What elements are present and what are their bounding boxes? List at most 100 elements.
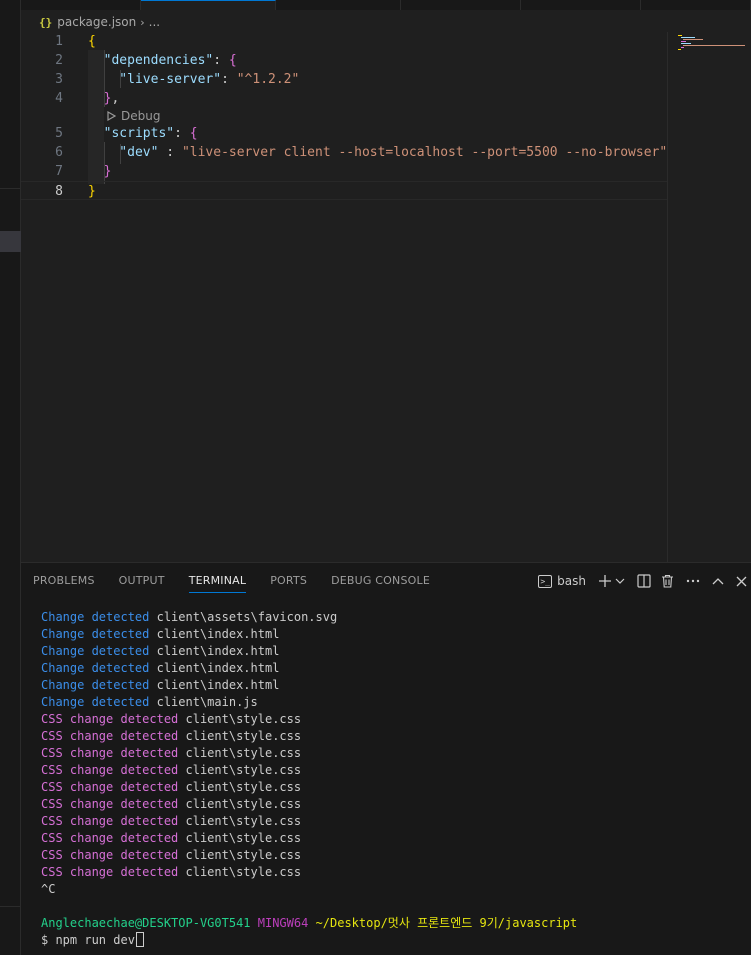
- code-text: }: [88, 182, 96, 201]
- terminal-icon: >_: [538, 574, 553, 588]
- terminal-text: Change detected: [41, 695, 157, 709]
- panel-tab-problems[interactable]: PROBLEMS: [33, 563, 95, 599]
- play-icon: [107, 111, 116, 121]
- chevron-down-icon: [615, 578, 625, 584]
- editor-tab[interactable]: [276, 0, 401, 10]
- editor-tab[interactable]: [521, 0, 641, 10]
- activity-selected-item[interactable]: [0, 231, 21, 252]
- terminal-line: CSS change detected client\style.css: [41, 762, 746, 779]
- terminal-text: ~/Desktop/멋사 프론트엔드 9기/javascript: [315, 916, 578, 930]
- terminal-selector[interactable]: >_ bash: [538, 570, 586, 592]
- code-token: {: [189, 126, 198, 141]
- activity-bar: [0, 0, 21, 955]
- terminal-text: CSS change detected: [41, 729, 186, 743]
- terminal-line: Change detected client\index.html: [41, 660, 746, 677]
- terminal-line: Change detected client\index.html: [41, 677, 746, 694]
- code-line[interactable]: 5 "scripts": {: [21, 124, 667, 143]
- terminal-line: Change detected client\index.html: [41, 626, 746, 643]
- breadcrumb-file[interactable]: package.json: [57, 15, 136, 29]
- terminal-text: client\style.css: [185, 780, 302, 794]
- code-token: :: [174, 126, 190, 141]
- code-token: :: [221, 72, 237, 87]
- trash-icon: [662, 574, 673, 588]
- terminal-text: CSS change detected: [41, 746, 186, 760]
- terminal-text: MINGW64: [257, 916, 316, 930]
- line-number: 7: [55, 164, 63, 179]
- editor-tab[interactable]: [21, 0, 141, 10]
- code-token: "dependencies": [88, 53, 214, 68]
- terminal-text: Change detected: [41, 678, 157, 692]
- terminal-prompt[interactable]: $ npm run dev: [41, 932, 746, 949]
- more-actions-button[interactable]: [686, 570, 700, 592]
- code-token: "scripts": [88, 126, 175, 141]
- code-line[interactable]: 3 "live-server": "^1.2.2": [21, 70, 667, 89]
- plus-icon: [599, 575, 611, 587]
- code-token: {: [228, 53, 237, 68]
- terminal-text: CSS change detected: [41, 831, 186, 845]
- chevron-up-icon: [712, 578, 724, 585]
- minimap-line: [681, 43, 691, 44]
- terminal-text: Change detected: [41, 610, 157, 624]
- panel-tab-output[interactable]: OUTPUT: [119, 563, 165, 599]
- terminal-text: client\index.html: [156, 644, 280, 658]
- kill-terminal-button[interactable]: [661, 570, 674, 592]
- minimap-line: [678, 49, 681, 50]
- editor-tab-active[interactable]: [141, 0, 276, 10]
- code-line[interactable]: 4 },: [21, 89, 667, 108]
- ellipsis-icon: [686, 579, 700, 583]
- code-line[interactable]: 8}: [21, 181, 667, 200]
- code-text: },: [88, 89, 120, 108]
- terminal-output[interactable]: Change detected client\assets\favicon.sv…: [41, 609, 746, 949]
- code-token: }: [88, 91, 112, 106]
- editor-tab[interactable]: [641, 0, 751, 10]
- chevron-right-icon: ›: [140, 15, 145, 29]
- terminal-text: Change detected: [41, 644, 157, 658]
- terminal-command: $ npm run dev: [41, 933, 135, 947]
- terminal-line: CSS change detected client\style.css: [41, 711, 746, 728]
- terminal-text: CSS change detected: [41, 780, 186, 794]
- terminal-text: client\style.css: [185, 729, 302, 743]
- minimap-line: [683, 39, 703, 40]
- new-terminal-button[interactable]: [598, 570, 625, 592]
- line-number: 6: [55, 145, 63, 160]
- minimap-line: [681, 41, 686, 42]
- terminal-line: Change detected client\assets\favicon.sv…: [41, 609, 746, 626]
- line-number: 4: [55, 91, 63, 106]
- panel-tab-debug-console[interactable]: DEBUG CONSOLE: [331, 563, 430, 599]
- codelens-debug-label: Debug: [121, 109, 161, 123]
- terminal-cursor: [135, 932, 144, 947]
- maximize-panel-button[interactable]: [712, 570, 724, 592]
- code-line[interactable]: 7 }: [21, 162, 667, 181]
- code-line[interactable]: 6 "dev" : "live-server client --host=loc…: [21, 143, 667, 162]
- activity-divider: [0, 906, 21, 907]
- code-line[interactable]: 2 "dependencies": {: [21, 51, 667, 70]
- line-number: 3: [55, 72, 63, 87]
- code-token: "dev": [88, 145, 159, 160]
- codelens-debug[interactable]: Debug: [107, 108, 160, 124]
- terminal-line: Change detected client\main.js: [41, 694, 746, 711]
- panel-tab-terminal[interactable]: TERMINAL: [188, 563, 247, 599]
- line-number: 2: [55, 53, 63, 68]
- breadcrumb-more[interactable]: ...: [149, 15, 160, 29]
- panel-tab-ports[interactable]: PORTS: [270, 563, 307, 599]
- panel-actions: >_ bash: [532, 563, 751, 599]
- terminal-text: ^C: [41, 882, 56, 896]
- code-token: }: [88, 184, 96, 199]
- editor-tab[interactable]: [401, 0, 521, 10]
- terminal-line: Anglechaechae@DESKTOP-VG0T541 MINGW64 ~/…: [41, 915, 746, 932]
- terminal-text: client\main.js: [156, 695, 258, 709]
- code-line[interactable]: 1{: [21, 32, 667, 51]
- close-panel-button[interactable]: [736, 570, 747, 592]
- terminal-text: client\style.css: [185, 746, 302, 760]
- split-terminal-button[interactable]: [637, 570, 651, 592]
- terminal-text: client\index.html: [156, 627, 280, 641]
- terminal-line: CSS change detected client\style.css: [41, 847, 746, 864]
- terminal-text: CSS change detected: [41, 763, 186, 777]
- terminal-text: Change detected: [41, 661, 157, 675]
- minimap-line: [683, 45, 745, 46]
- minimap[interactable]: [667, 32, 751, 562]
- terminal-text: CSS change detected: [41, 814, 186, 828]
- line-number: 1: [55, 34, 63, 49]
- terminal-line: CSS change detected client\style.css: [41, 813, 746, 830]
- terminal-text: client\style.css: [185, 814, 302, 828]
